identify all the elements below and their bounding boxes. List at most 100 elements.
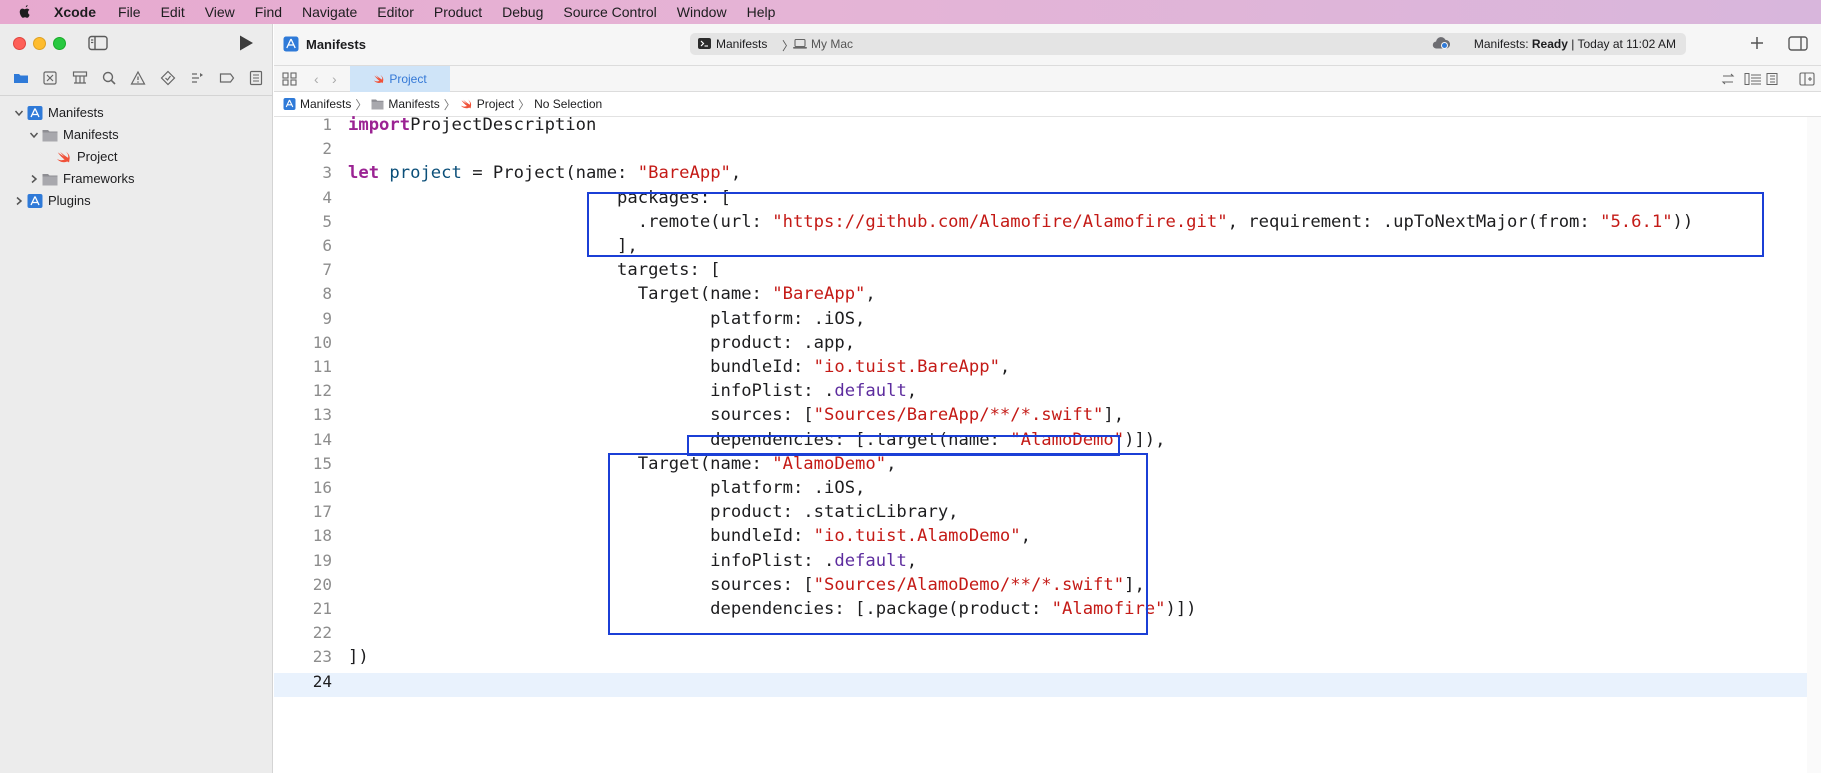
window-minimize-button[interactable]: [33, 37, 46, 50]
code-line[interactable]: sources: ["Sources/BareApp/**/*.swift"],: [348, 403, 1124, 427]
jumpbar-segment-file[interactable]: Project: [460, 97, 514, 111]
editor-scrollbar[interactable]: [1807, 117, 1821, 773]
apple-icon[interactable]: [18, 4, 38, 20]
line-number: 9: [322, 308, 332, 328]
editor-tab-bar: ‹ › Project: [274, 66, 1821, 92]
tab-label: Project: [389, 72, 427, 86]
code-line[interactable]: bundleId: "io.tuist.BareApp",: [348, 355, 1010, 379]
menu-app-xcode[interactable]: Xcode: [54, 4, 96, 20]
code-token: infoPlist: .: [348, 381, 835, 402]
menu-source-control[interactable]: Source Control: [563, 4, 656, 20]
code-line[interactable]: ]): [348, 645, 369, 669]
destination-selector[interactable]: My Mac: [811, 37, 853, 51]
code-line[interactable]: let project = Project(name: "BareApp",: [348, 161, 741, 185]
tab-project[interactable]: Project: [350, 66, 450, 92]
navigator-tabs: [0, 66, 273, 90]
code-line[interactable]: importProjectDescription: [348, 113, 596, 137]
line-number: 10: [312, 332, 332, 352]
project-icon: [27, 106, 43, 120]
menu-find[interactable]: Find: [255, 4, 282, 20]
code-token: ProjectDescription: [410, 115, 597, 135]
menu-file[interactable]: File: [118, 4, 141, 20]
code-token: import: [348, 115, 411, 135]
add-editor-icon[interactable]: [1799, 72, 1815, 86]
report-icon[interactable]: [244, 68, 269, 88]
project-icon: [27, 194, 43, 208]
code-token: "Sources/BareApp/**/*.swift": [813, 405, 1104, 426]
sidebar-toggle-icon[interactable]: [88, 35, 108, 51]
line-number: 13: [312, 405, 332, 425]
line-number: 8: [322, 284, 332, 304]
line-number: 3: [322, 163, 332, 183]
jumpbar-segment-folder[interactable]: Manifests: [371, 97, 440, 111]
symbol-icon[interactable]: [67, 68, 92, 88]
chevron-down-icon[interactable]: [14, 108, 24, 118]
tree-item-label: Manifests: [48, 105, 104, 120]
breakpoint-icon[interactable]: [214, 68, 239, 88]
search-icon[interactable]: [96, 68, 121, 88]
tree-item-manifests-folder[interactable]: Manifests: [0, 124, 273, 146]
code-line[interactable]: platform: .iOS,: [348, 307, 865, 331]
inspector-toggle-icon[interactable]: [1788, 36, 1808, 51]
code-token: ,: [906, 381, 918, 402]
code-token: ]): [348, 647, 369, 668]
line-number: 6: [322, 236, 332, 255]
tree-item-frameworks[interactable]: Frameworks: [0, 168, 273, 190]
jumpbar-label: Manifests: [300, 97, 352, 111]
build-status-prefix: Manifests:: [1473, 37, 1529, 51]
menu-window[interactable]: Window: [677, 4, 727, 20]
debug-icon[interactable]: [185, 68, 210, 88]
tree-item-project-swift[interactable]: Project: [0, 146, 273, 168]
code-token: ,: [865, 284, 876, 305]
menu-editor[interactable]: Editor: [377, 4, 414, 20]
current-line-highlight: [274, 673, 1821, 697]
plus-icon[interactable]: [1749, 35, 1765, 51]
tree-item-label: Plugins: [48, 193, 91, 208]
editor-options-icon[interactable]: [1721, 72, 1779, 86]
issue-icon[interactable]: [126, 68, 151, 88]
chevron-right-icon[interactable]: [14, 196, 24, 206]
menu-debug[interactable]: Debug: [502, 4, 543, 20]
source-control-icon[interactable]: [37, 68, 62, 88]
code-line[interactable]: targets: [: [348, 258, 721, 282]
menu-navigate[interactable]: Navigate: [302, 4, 357, 20]
window-close-button[interactable]: [13, 37, 26, 50]
menu-product[interactable]: Product: [434, 4, 482, 20]
code-token: ],: [1103, 405, 1125, 426]
line-number: 21: [312, 599, 332, 618]
scheme-selector[interactable]: Manifests: [716, 37, 767, 51]
build-status-state: Ready: [1531, 37, 1568, 51]
line-number: 24: [312, 671, 332, 691]
cloud-icon[interactable]: [1432, 36, 1450, 50]
code-line[interactable]: Target(name: "BareApp",: [348, 282, 876, 306]
navigate-back-icon[interactable]: ‹: [314, 71, 319, 87]
code-token: )]),: [1124, 429, 1166, 450]
navigate-forward-icon[interactable]: ›: [332, 71, 337, 87]
swift-icon: [57, 151, 70, 163]
code-token: "BareApp": [772, 284, 866, 305]
jumpbar-label: Manifests: [388, 97, 440, 111]
sidebar-divider: [0, 95, 273, 96]
chevron-right-icon[interactable]: [29, 174, 39, 184]
code-line[interactable]: infoPlist: .default,: [348, 379, 917, 403]
jumpbar-segment-selection[interactable]: No Selection: [534, 97, 602, 111]
code-token: let: [348, 163, 380, 184]
menu-view[interactable]: View: [205, 4, 235, 20]
grid-icon[interactable]: [282, 72, 297, 86]
window-zoom-button[interactable]: [53, 37, 66, 50]
folder-icon[interactable]: [8, 68, 33, 88]
tree-item-plugins[interactable]: Plugins: [0, 190, 273, 212]
source-editor[interactable]: 1 2 3 4 5 6 7 8 9 10 11 12 13 14 15 16 17 18 19 20 21 22 23 24 …: [274, 115, 1821, 773]
menu-help[interactable]: Help: [747, 4, 776, 20]
run-icon[interactable]: [238, 34, 254, 52]
jumpbar-segment-project[interactable]: Manifests: [283, 97, 351, 111]
tree-item-label: Project: [77, 149, 118, 164]
menu-edit[interactable]: Edit: [161, 4, 185, 20]
code-line[interactable]: product: .app,: [348, 331, 855, 355]
line-number: 11: [312, 357, 332, 376]
code-token: platform: .iOS,: [348, 308, 866, 329]
tree-item-manifests-project[interactable]: Manifests: [0, 102, 273, 124]
chevron-down-icon[interactable]: [29, 130, 39, 140]
test-icon[interactable]: [155, 68, 180, 88]
project-icon: [283, 36, 299, 52]
